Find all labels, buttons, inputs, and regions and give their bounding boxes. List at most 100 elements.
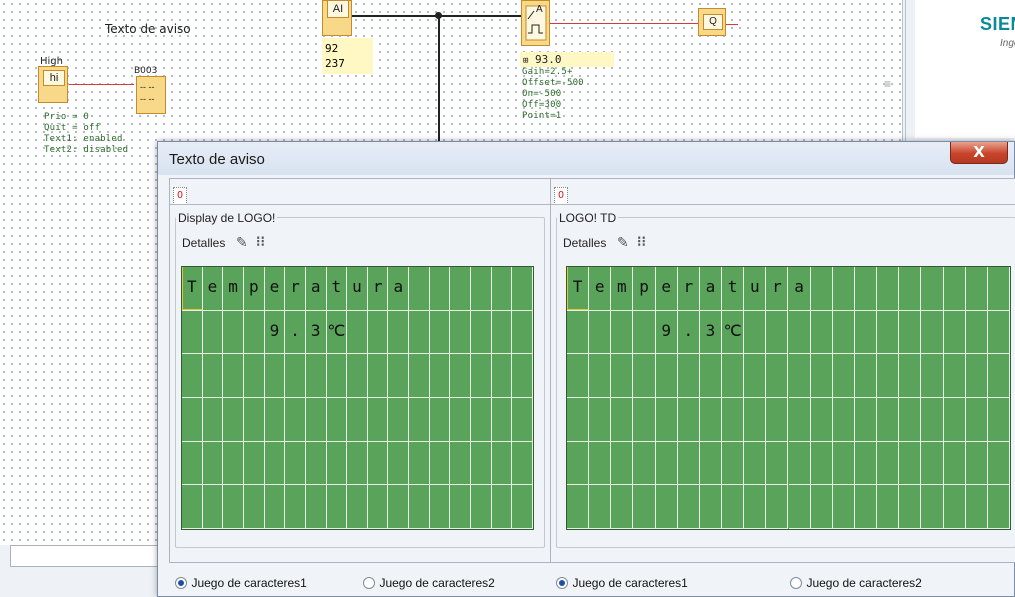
tab-0[interactable]: 0 xyxy=(554,187,568,205)
lcd-cell[interactable] xyxy=(264,441,286,486)
lcd-cell[interactable] xyxy=(471,441,492,486)
lcd-cell[interactable] xyxy=(699,485,723,529)
lcd-cell[interactable]: r xyxy=(367,267,389,311)
lcd-cell[interactable] xyxy=(766,398,789,442)
lcd-cell[interactable] xyxy=(677,354,700,398)
radio-charset1-right[interactable]: Juego de caracteres1 xyxy=(556,574,688,592)
lcd-cell[interactable] xyxy=(243,354,265,398)
lcd-cell[interactable] xyxy=(877,441,900,486)
lcd-cell[interactable] xyxy=(223,485,244,529)
lcd-cell[interactable] xyxy=(202,354,224,398)
lcd-cell[interactable] xyxy=(987,354,1010,398)
lcd-cell[interactable] xyxy=(243,310,265,355)
lcd-cell[interactable] xyxy=(832,354,855,398)
lcd-cell[interactable] xyxy=(854,398,878,442)
lcd-cell[interactable] xyxy=(243,398,265,442)
lcd-cell[interactable] xyxy=(182,310,203,355)
hi-block[interactable]: hi xyxy=(38,66,68,103)
lcd-cell[interactable] xyxy=(491,441,513,486)
lcd-cell[interactable] xyxy=(285,354,306,398)
lcd-cell[interactable]: m xyxy=(223,267,244,311)
lcd-cell[interactable] xyxy=(633,354,656,398)
lcd-cell[interactable] xyxy=(899,398,922,442)
lcd-cell[interactable] xyxy=(877,310,900,355)
lcd-cell[interactable] xyxy=(744,441,767,486)
lcd-cell[interactable] xyxy=(965,310,988,355)
lcd-cell[interactable] xyxy=(367,485,389,529)
lcd-cell[interactable] xyxy=(305,485,327,529)
lcd-cell[interactable] xyxy=(655,441,678,486)
expand-icon[interactable]: ⊞ xyxy=(523,56,528,66)
lcd-cell[interactable] xyxy=(202,485,224,529)
lcd-cell[interactable] xyxy=(810,354,833,398)
lcd-cell[interactable] xyxy=(677,485,700,529)
edit-icon[interactable]: ✎ xyxy=(236,234,248,251)
lcd-cell[interactable] xyxy=(182,485,203,529)
lcd-cell[interactable] xyxy=(611,398,634,442)
lcd-cell[interactable] xyxy=(921,441,944,486)
lcd-cell[interactable] xyxy=(567,310,590,355)
lcd-cell[interactable]: a xyxy=(388,267,410,311)
lcd-cell[interactable] xyxy=(854,310,878,355)
lcd-cell[interactable] xyxy=(243,441,265,486)
lcd-cell[interactable]: e xyxy=(655,267,678,311)
radio-charset2-right[interactable]: Juego de caracteres2 xyxy=(790,574,922,592)
lcd-cell[interactable]: . xyxy=(677,310,700,355)
lcd-cell[interactable] xyxy=(699,441,723,486)
lcd-cell[interactable] xyxy=(305,398,327,442)
lcd-cell[interactable] xyxy=(285,441,306,486)
lcd-cell[interactable] xyxy=(832,441,855,486)
tab-0[interactable]: 0 xyxy=(173,187,187,205)
lcd-cell[interactable] xyxy=(877,354,900,398)
lcd-cell[interactable] xyxy=(766,310,789,355)
lcd-cell[interactable]: e xyxy=(264,267,286,311)
lcd-cell[interactable] xyxy=(567,398,590,442)
lcd-cell[interactable] xyxy=(788,485,811,529)
lcd-cell[interactable] xyxy=(182,398,203,442)
lcd-cell[interactable] xyxy=(305,441,327,486)
lcd-cell[interactable] xyxy=(766,441,789,486)
lcd-cell[interactable]: t xyxy=(326,267,348,311)
radio-button[interactable] xyxy=(363,576,375,589)
lcd-cell[interactable] xyxy=(409,354,430,398)
lcd-cell[interactable] xyxy=(264,485,286,529)
lcd-cell[interactable] xyxy=(450,354,472,398)
lcd-cell[interactable] xyxy=(987,398,1010,442)
lcd-cell[interactable] xyxy=(347,310,368,355)
lcd-cell[interactable]: . xyxy=(285,310,306,355)
lcd-cell[interactable] xyxy=(450,398,472,442)
lcd-cell[interactable] xyxy=(223,441,244,486)
lcd-cell[interactable] xyxy=(810,310,833,355)
lcd-cell[interactable] xyxy=(699,354,723,398)
lcd-cell[interactable]: p xyxy=(243,267,265,311)
lcd-cell[interactable] xyxy=(854,485,878,529)
lcd-cell[interactable] xyxy=(305,354,327,398)
radio-button[interactable] xyxy=(556,576,568,589)
lcd-cell[interactable] xyxy=(512,441,533,486)
lcd-cell[interactable]: 9 xyxy=(655,310,678,355)
lcd-cell[interactable] xyxy=(491,398,513,442)
lcd-cell[interactable] xyxy=(347,485,368,529)
lcd-cell[interactable] xyxy=(965,441,988,486)
b003-block[interactable]: -- -- -- -- xyxy=(136,76,166,114)
lcd-cell[interactable] xyxy=(202,441,224,486)
lcd-cell[interactable] xyxy=(633,310,656,355)
lcd-cell[interactable] xyxy=(326,485,348,529)
lcd-cell[interactable] xyxy=(471,354,492,398)
lcd-cell[interactable] xyxy=(223,310,244,355)
lcd-cell[interactable] xyxy=(326,398,348,442)
lcd-cell[interactable] xyxy=(589,310,612,355)
lcd-cell[interactable]: ℃ xyxy=(722,310,745,355)
radio-charset1-left[interactable]: Juego de caracteres1 xyxy=(175,574,307,592)
lcd-cell[interactable] xyxy=(285,398,306,442)
close-button[interactable]: X xyxy=(950,142,1008,164)
lcd-cell[interactable] xyxy=(589,485,612,529)
lcd-cell[interactable] xyxy=(987,441,1010,486)
lcd-cell[interactable] xyxy=(987,310,1010,355)
lcd-cell[interactable] xyxy=(611,441,634,486)
lcd-cell[interactable] xyxy=(409,485,430,529)
lcd-cell[interactable] xyxy=(832,485,855,529)
amp-block[interactable]: A xyxy=(521,0,550,46)
lcd-cell[interactable]: 3 xyxy=(699,310,723,355)
lcd-cell[interactable] xyxy=(471,310,492,355)
